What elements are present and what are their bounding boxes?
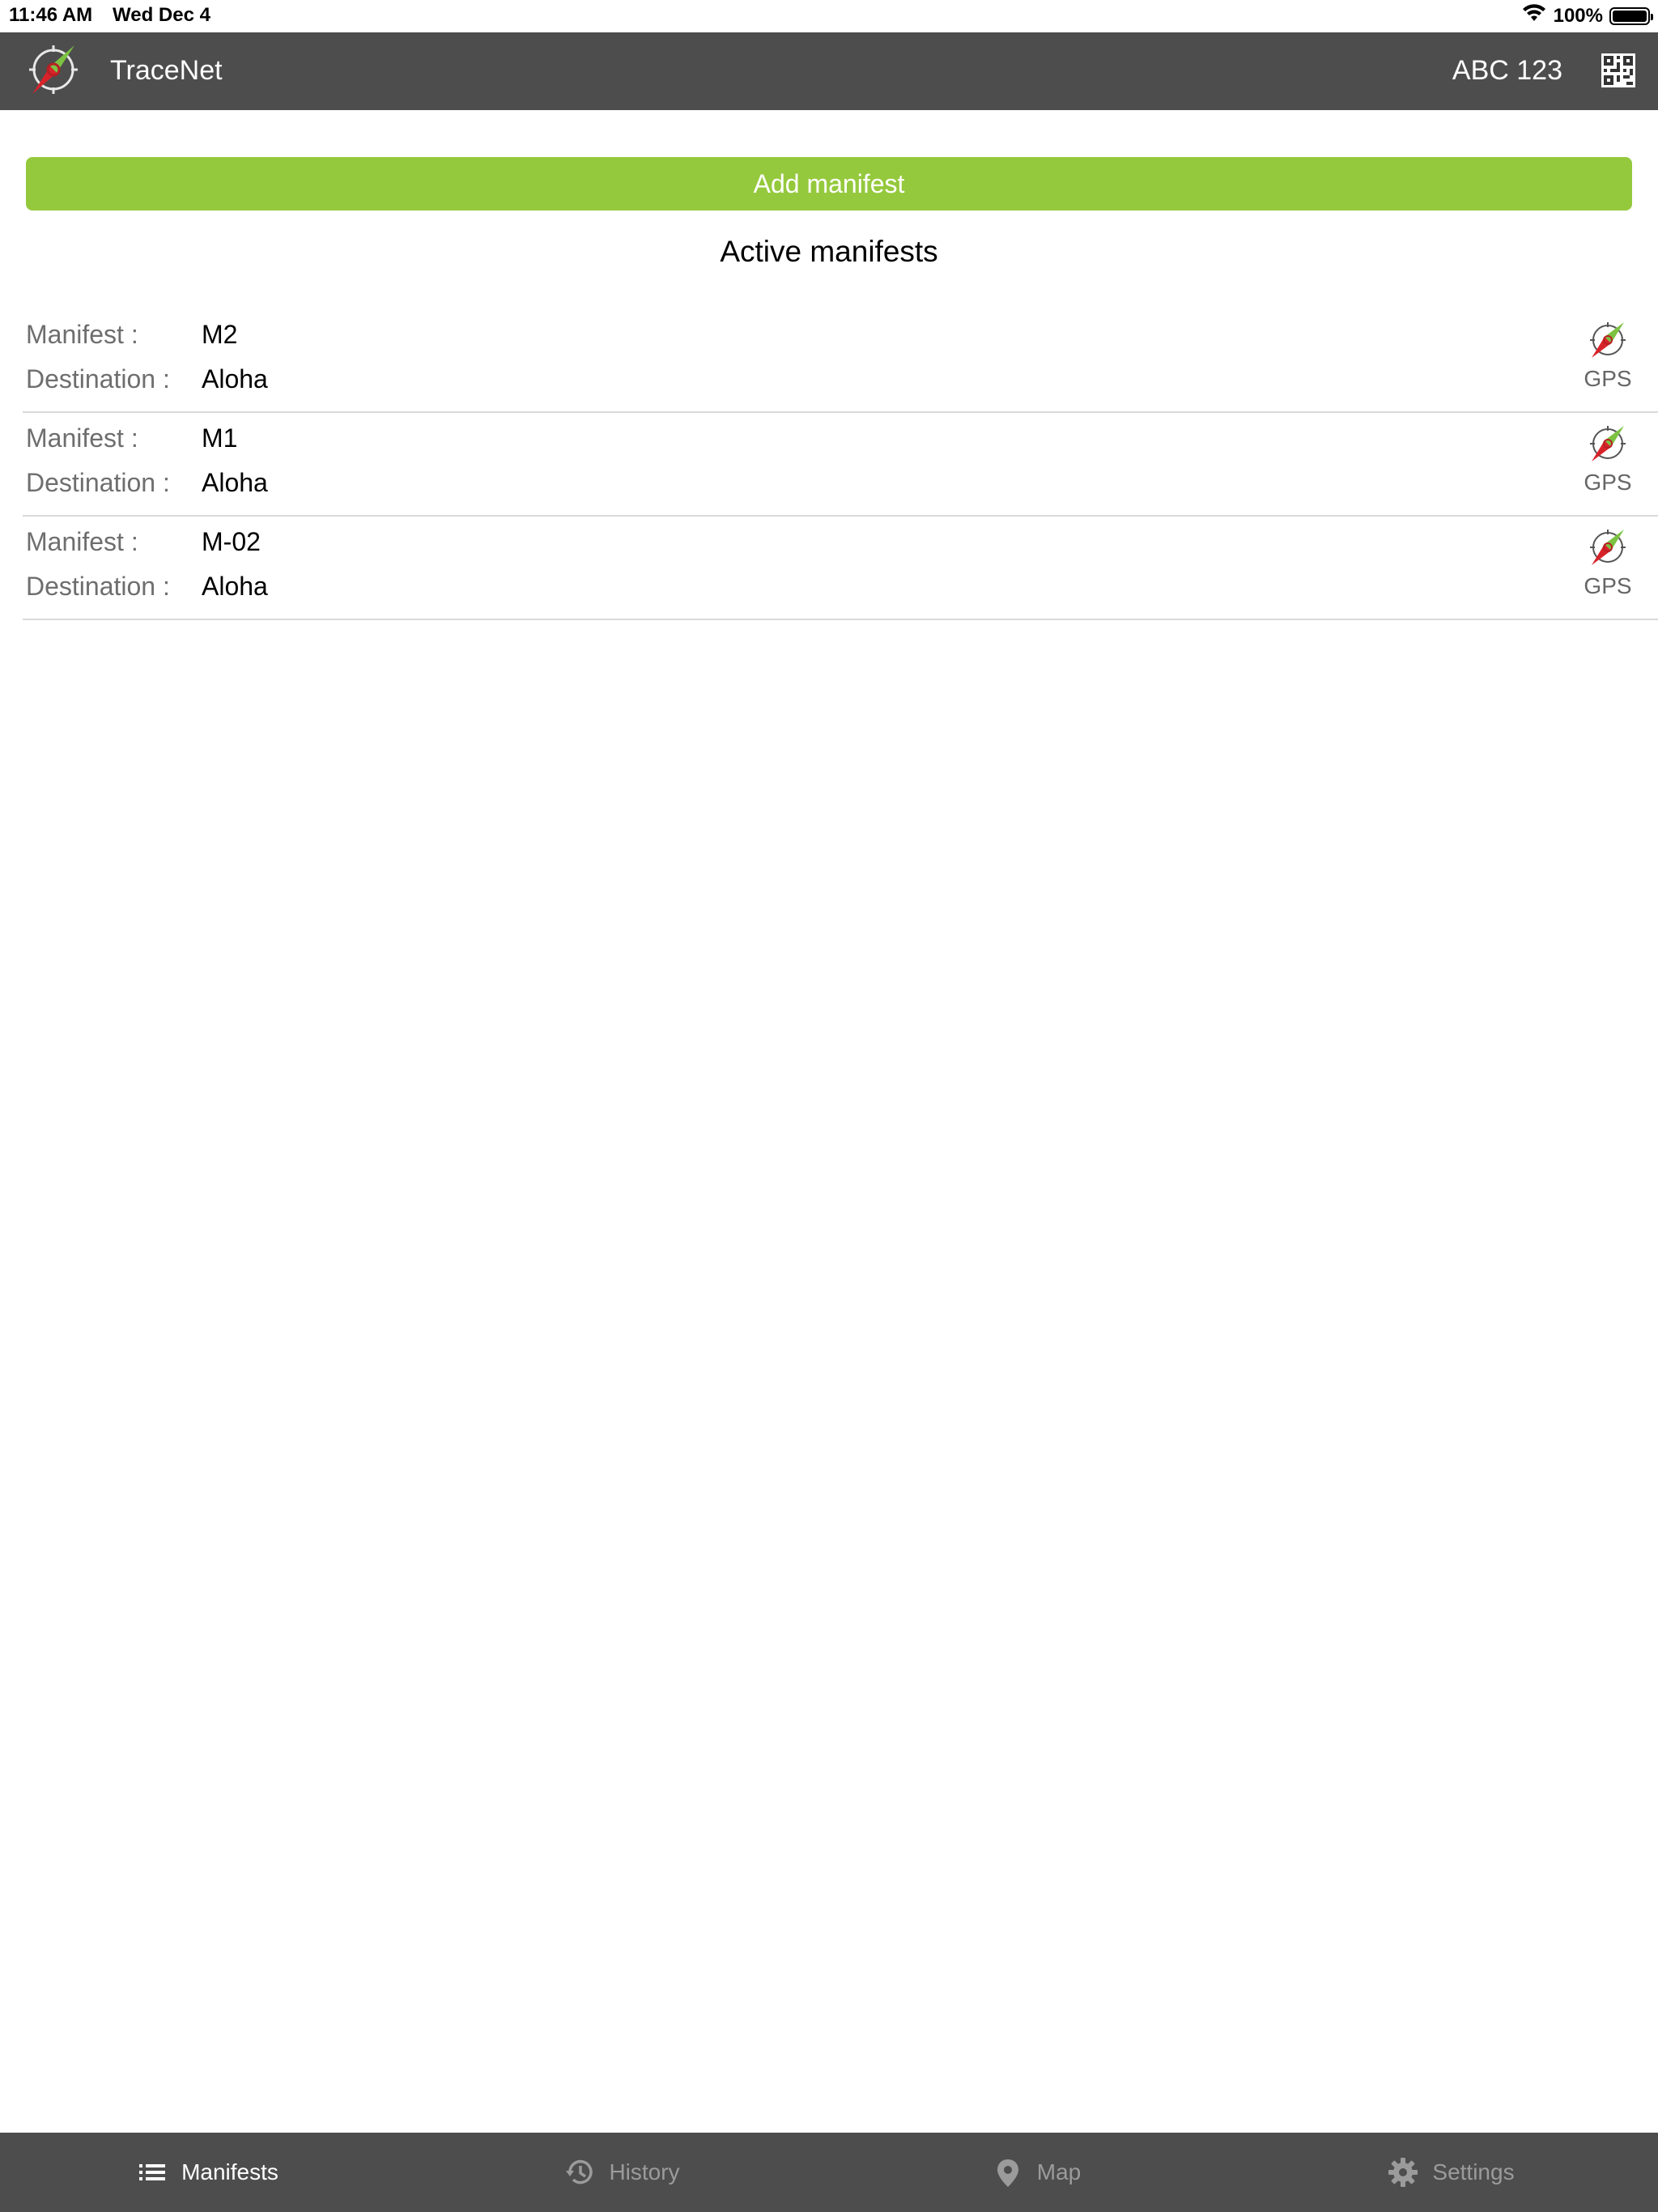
gps-button[interactable]: GPS bbox=[1575, 526, 1640, 610]
gps-label: GPS bbox=[1584, 366, 1632, 391]
app-title: TraceNet bbox=[110, 55, 223, 86]
manifest-value: M2 bbox=[202, 320, 238, 349]
manifest-list: Manifest : M2 Destination : Aloha GPS Ma… bbox=[0, 309, 1658, 620]
wifi-icon bbox=[1521, 3, 1547, 28]
status-time: 11:46 AM bbox=[9, 4, 93, 26]
battery-percent: 100% bbox=[1553, 4, 1603, 27]
status-indicators: 100% bbox=[1521, 3, 1653, 28]
manifest-value: M-02 bbox=[202, 527, 261, 556]
tab-label: Settings bbox=[1432, 2159, 1515, 2184]
tab-manifests[interactable]: Manifests bbox=[0, 2133, 414, 2212]
destination-value: Aloha bbox=[202, 572, 268, 601]
battery-icon bbox=[1609, 6, 1653, 25]
add-manifest-button[interactable]: Add manifest bbox=[26, 157, 1632, 211]
history-icon bbox=[563, 2156, 596, 2189]
compass-logo-icon bbox=[24, 40, 83, 99]
gps-button[interactable]: GPS bbox=[1575, 423, 1640, 507]
gear-icon bbox=[1387, 2156, 1419, 2189]
tab-label: History bbox=[609, 2159, 680, 2184]
tab-settings[interactable]: Settings bbox=[1244, 2133, 1658, 2212]
destination-value: Aloha bbox=[202, 364, 268, 393]
list-item[interactable]: Manifest : M-02 Destination : Aloha GPS bbox=[23, 517, 1658, 620]
destination-label: Destination : bbox=[26, 572, 170, 601]
gps-label: GPS bbox=[1584, 573, 1632, 598]
gps-button[interactable]: GPS bbox=[1575, 319, 1640, 403]
tab-history[interactable]: History bbox=[414, 2133, 829, 2212]
map-pin-icon bbox=[992, 2156, 1024, 2189]
manifest-label: Manifest : bbox=[26, 320, 138, 349]
battery-fill bbox=[1613, 10, 1647, 22]
list-icon bbox=[136, 2156, 168, 2189]
gps-icon bbox=[1590, 322, 1626, 358]
status-date: Wed Dec 4 bbox=[113, 4, 210, 26]
tab-bar: Manifests History Map Settings bbox=[0, 2133, 1658, 2212]
list-item[interactable]: Manifest : M2 Destination : Aloha GPS bbox=[23, 309, 1658, 413]
tab-label: Manifests bbox=[181, 2159, 278, 2184]
qr-code-icon[interactable] bbox=[1601, 53, 1635, 87]
manifest-label: Manifest : bbox=[26, 527, 138, 556]
app-header: TraceNet ABC 123 bbox=[0, 32, 1658, 110]
list-item[interactable]: Manifest : M1 Destination : Aloha GPS bbox=[23, 413, 1658, 517]
tab-label: Map bbox=[1036, 2159, 1082, 2184]
status-bar: 11:46 AM Wed Dec 4 100% bbox=[0, 0, 1658, 32]
vehicle-id: ABC 123 bbox=[1452, 55, 1562, 86]
gps-icon bbox=[1590, 426, 1626, 462]
destination-label: Destination : bbox=[26, 364, 170, 393]
manifest-label: Manifest : bbox=[26, 423, 138, 453]
manifest-value: M1 bbox=[202, 423, 238, 453]
tab-map[interactable]: Map bbox=[829, 2133, 1244, 2212]
section-title: Active manifests bbox=[720, 235, 938, 268]
destination-value: Aloha bbox=[202, 468, 268, 497]
gps-icon bbox=[1590, 530, 1626, 565]
gps-label: GPS bbox=[1584, 470, 1632, 495]
destination-label: Destination : bbox=[26, 468, 170, 497]
